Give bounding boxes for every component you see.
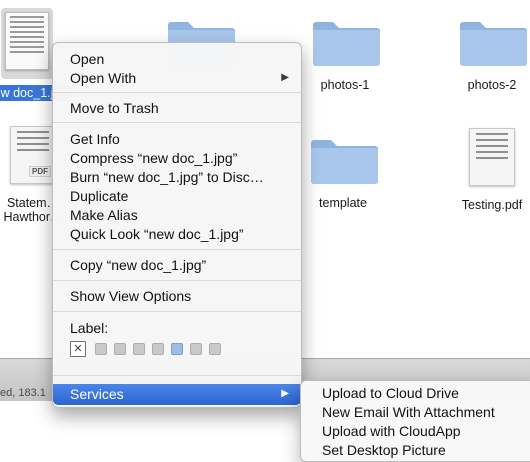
menu-separator (53, 122, 301, 123)
submenu-item-new-email-attachment[interactable]: New Email With Attachment (322, 403, 495, 421)
menu-separator (53, 249, 301, 250)
menu-separator (53, 311, 301, 312)
folder-icon (460, 22, 527, 66)
label-color-swatch[interactable] (171, 343, 183, 355)
file-thumbnail-wrap (1, 8, 53, 79)
services-label: Services (70, 386, 124, 402)
menu-separator (53, 280, 301, 281)
finder-window: new doc_1.jpg photos-1 photos-2 PDF Stat… (0, 0, 530, 462)
file-label: Testing.pdf (461, 198, 523, 212)
folder-icon (311, 140, 378, 184)
menu-item-open-with[interactable]: Open With (70, 69, 136, 87)
folder-label: photos-2 (467, 78, 517, 92)
menu-item-move-to-trash[interactable]: Move to Trash (70, 99, 159, 117)
menu-item-show-view-options[interactable]: Show View Options (70, 287, 191, 305)
folder-item-photos-1[interactable]: photos-1 (290, 14, 400, 94)
label-color-swatch[interactable] (133, 343, 145, 355)
submenu-item-upload-cloudapp[interactable]: Upload with CloudApp (322, 422, 461, 440)
menu-item-make-alias[interactable]: Make Alias (70, 206, 138, 224)
no-label-icon[interactable]: ✕ (70, 341, 86, 357)
folder-label: template (319, 196, 367, 210)
menu-item-duplicate[interactable]: Duplicate (70, 187, 128, 205)
label-color-swatch[interactable] (114, 343, 126, 355)
submenu-item-upload-cloud-drive[interactable]: Upload to Cloud Drive (322, 384, 459, 402)
services-submenu: Upload to Cloud Drive New Email With Att… (300, 380, 530, 462)
image-file-icon (5, 12, 49, 70)
pdf-file-icon: PDF (10, 126, 56, 184)
context-menu: Open Open With ▶ Move to Trash Get Info … (52, 42, 302, 408)
pdf-file-icon (469, 128, 515, 186)
submenu-arrow-icon: ▶ (281, 72, 289, 83)
pdf-item-testing[interactable]: Testing.pdf (437, 128, 530, 214)
label-color-swatch[interactable] (190, 343, 202, 355)
status-text: ed, 183.1 (0, 387, 46, 399)
menu-item-open[interactable]: Open (70, 50, 104, 68)
menu-item-quick-look[interactable]: Quick Look “new doc_1.jpg” (70, 225, 244, 243)
folder-item[interactable]: template (288, 132, 398, 212)
menu-item-services[interactable]: Services ▶ (53, 384, 301, 405)
folder-item-photos-2[interactable]: photos-2 (437, 14, 530, 94)
menu-item-compress[interactable]: Compress “new doc_1.jpg” (70, 149, 237, 167)
menu-item-burn[interactable]: Burn “new doc_1.jpg” to Disc… (70, 168, 264, 186)
label-color-swatch[interactable] (95, 343, 107, 355)
label-heading: Label: (70, 320, 109, 336)
menu-item-copy[interactable]: Copy “new doc_1.jpg” (70, 256, 206, 274)
label-color-swatch[interactable] (209, 343, 221, 355)
folder-icon (313, 22, 380, 66)
submenu-arrow-icon: ▶ (281, 388, 289, 399)
menu-separator (53, 92, 301, 93)
folder-label: photos-1 (320, 78, 370, 92)
menu-separator (53, 375, 301, 376)
menu-item-get-info[interactable]: Get Info (70, 130, 120, 148)
label-color-swatch[interactable] (152, 343, 164, 355)
submenu-item-set-desktop-picture[interactable]: Set Desktop Picture (322, 441, 446, 459)
